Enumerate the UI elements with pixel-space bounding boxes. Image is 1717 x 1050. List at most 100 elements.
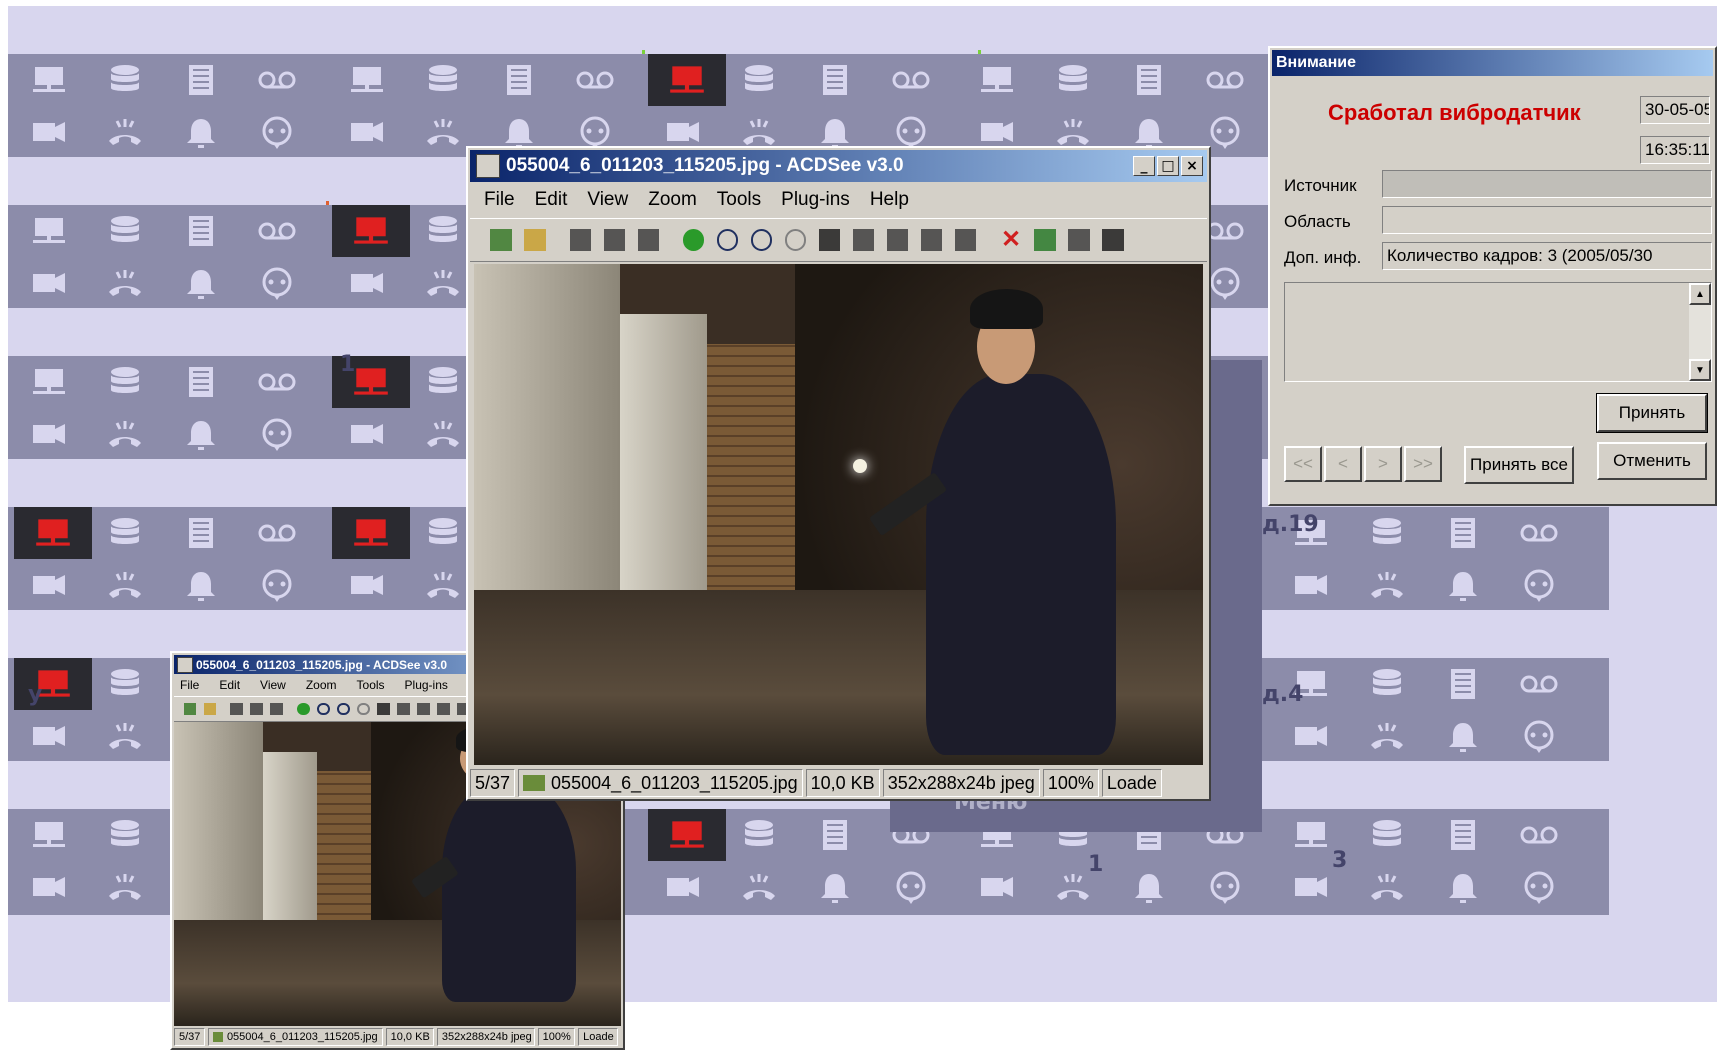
alarm-monitor-icon[interactable] (14, 658, 92, 710)
menu-item-help[interactable]: Help (870, 189, 909, 211)
voicemail-icon[interactable] (254, 513, 300, 553)
acquire-icon[interactable] (881, 223, 915, 257)
camera-tile[interactable] (1270, 761, 1609, 919)
camera-icon[interactable] (974, 867, 1020, 907)
monitor-icon[interactable] (26, 211, 72, 251)
database-icon[interactable] (1364, 815, 1410, 855)
nav-prev-button[interactable]: < (1324, 446, 1362, 482)
copy-icon[interactable] (433, 699, 453, 719)
zoom-in-icon[interactable] (745, 223, 779, 257)
camera-tile[interactable] (326, 6, 665, 164)
menu-item-tools[interactable]: Tools (717, 189, 761, 211)
voicemail-icon[interactable] (888, 60, 934, 100)
camera-tile[interactable] (8, 459, 347, 617)
close-button[interactable]: × (1181, 156, 1203, 176)
minimize-button[interactable]: _ (1133, 156, 1155, 176)
copy-view-icon[interactable] (267, 699, 287, 719)
bell-icon[interactable] (178, 414, 224, 454)
monitor-icon[interactable] (1288, 815, 1334, 855)
zoom-reset-icon[interactable] (779, 223, 813, 257)
menu-item-plugins[interactable]: Plug-ins (405, 678, 448, 692)
film-icon[interactable] (178, 211, 224, 251)
print-icon[interactable] (393, 699, 413, 719)
bell-icon[interactable] (1440, 867, 1486, 907)
chat-icon[interactable] (1516, 867, 1562, 907)
camera-tile[interactable] (8, 157, 347, 315)
zoom-out-icon[interactable] (313, 699, 333, 719)
camera-tile[interactable] (8, 308, 347, 466)
camera-icon[interactable] (660, 867, 706, 907)
database-icon[interactable] (102, 815, 148, 855)
camera-icon[interactable] (1288, 565, 1334, 605)
database-icon[interactable] (1364, 513, 1410, 553)
notes-textarea[interactable]: ▲ ▼ (1284, 282, 1712, 382)
copy-view-icon[interactable] (631, 223, 665, 257)
menu-item-tools[interactable]: Tools (357, 678, 385, 692)
monitor-icon[interactable] (26, 815, 72, 855)
voicemail-icon[interactable] (572, 60, 618, 100)
monitor-icon[interactable] (974, 60, 1020, 100)
camera-icon[interactable] (1288, 867, 1334, 907)
open-folder-icon[interactable] (200, 699, 220, 719)
camera-icon[interactable] (344, 112, 390, 152)
fit-icon[interactable] (563, 223, 597, 257)
chat-icon[interactable] (254, 414, 300, 454)
browse-icon[interactable] (180, 699, 200, 719)
nav-last-button[interactable]: >> (1404, 446, 1442, 482)
menu-item-view[interactable]: View (260, 678, 286, 692)
camera-icon[interactable] (344, 263, 390, 303)
film-icon[interactable] (1440, 513, 1486, 553)
camera-tile[interactable] (642, 6, 981, 164)
title-bar[interactable]: Внимание (1272, 50, 1713, 76)
full-icon[interactable] (247, 699, 267, 719)
cancel-button[interactable]: Отменить (1597, 442, 1707, 480)
voicemail-icon[interactable] (1516, 664, 1562, 704)
accept-button[interactable]: Принять (1596, 393, 1708, 433)
film-icon[interactable] (178, 60, 224, 100)
phone-icon[interactable] (420, 565, 466, 605)
full-icon[interactable] (597, 223, 631, 257)
database-icon[interactable] (420, 60, 466, 100)
scroll-up-button[interactable]: ▲ (1689, 283, 1711, 305)
bell-icon[interactable] (1126, 867, 1172, 907)
monitor-icon[interactable] (344, 60, 390, 100)
rotate-icon[interactable] (677, 223, 711, 257)
wallpaper-icon[interactable] (373, 699, 393, 719)
camera-icon[interactable] (344, 565, 390, 605)
chat-icon[interactable] (254, 565, 300, 605)
database-icon[interactable] (102, 60, 148, 100)
bell-icon[interactable] (812, 867, 858, 907)
camera-icon[interactable] (344, 414, 390, 454)
accept-all-button[interactable]: Принять все (1464, 446, 1574, 484)
phone-icon[interactable] (420, 263, 466, 303)
phone-icon[interactable] (102, 716, 148, 756)
database-icon[interactable] (736, 60, 782, 100)
zoom-in-icon[interactable] (333, 699, 353, 719)
scroll-down-button[interactable]: ▼ (1689, 359, 1711, 381)
menu-item-plugins[interactable]: Plug-ins (781, 189, 850, 211)
film-icon[interactable] (178, 362, 224, 402)
open-folder-icon[interactable] (518, 223, 552, 257)
menu-item-file[interactable]: File (180, 678, 199, 692)
rename-icon[interactable] (1028, 223, 1062, 257)
voicemail-icon[interactable] (254, 211, 300, 251)
acquire-icon[interactable] (413, 699, 433, 719)
camera-icon[interactable] (26, 867, 72, 907)
database-icon[interactable] (102, 211, 148, 251)
rotate-icon[interactable] (293, 699, 313, 719)
zoom-out-icon[interactable] (711, 223, 745, 257)
database-icon[interactable] (420, 211, 466, 251)
menu-item-zoom[interactable]: Zoom (648, 189, 697, 211)
database-icon[interactable] (420, 362, 466, 402)
phone-icon[interactable] (420, 414, 466, 454)
maximize-button[interactable]: □ (1157, 156, 1179, 176)
vertical-scrollbar[interactable]: ▲ ▼ (1689, 283, 1711, 381)
camera-icon[interactable] (26, 263, 72, 303)
film-icon[interactable] (812, 60, 858, 100)
tools-icon[interactable] (1096, 223, 1130, 257)
voicemail-icon[interactable] (1202, 60, 1248, 100)
phone-icon[interactable] (102, 867, 148, 907)
camera-icon[interactable] (26, 716, 72, 756)
camera-tile[interactable] (8, 6, 347, 164)
nav-next-button[interactable]: > (1364, 446, 1402, 482)
